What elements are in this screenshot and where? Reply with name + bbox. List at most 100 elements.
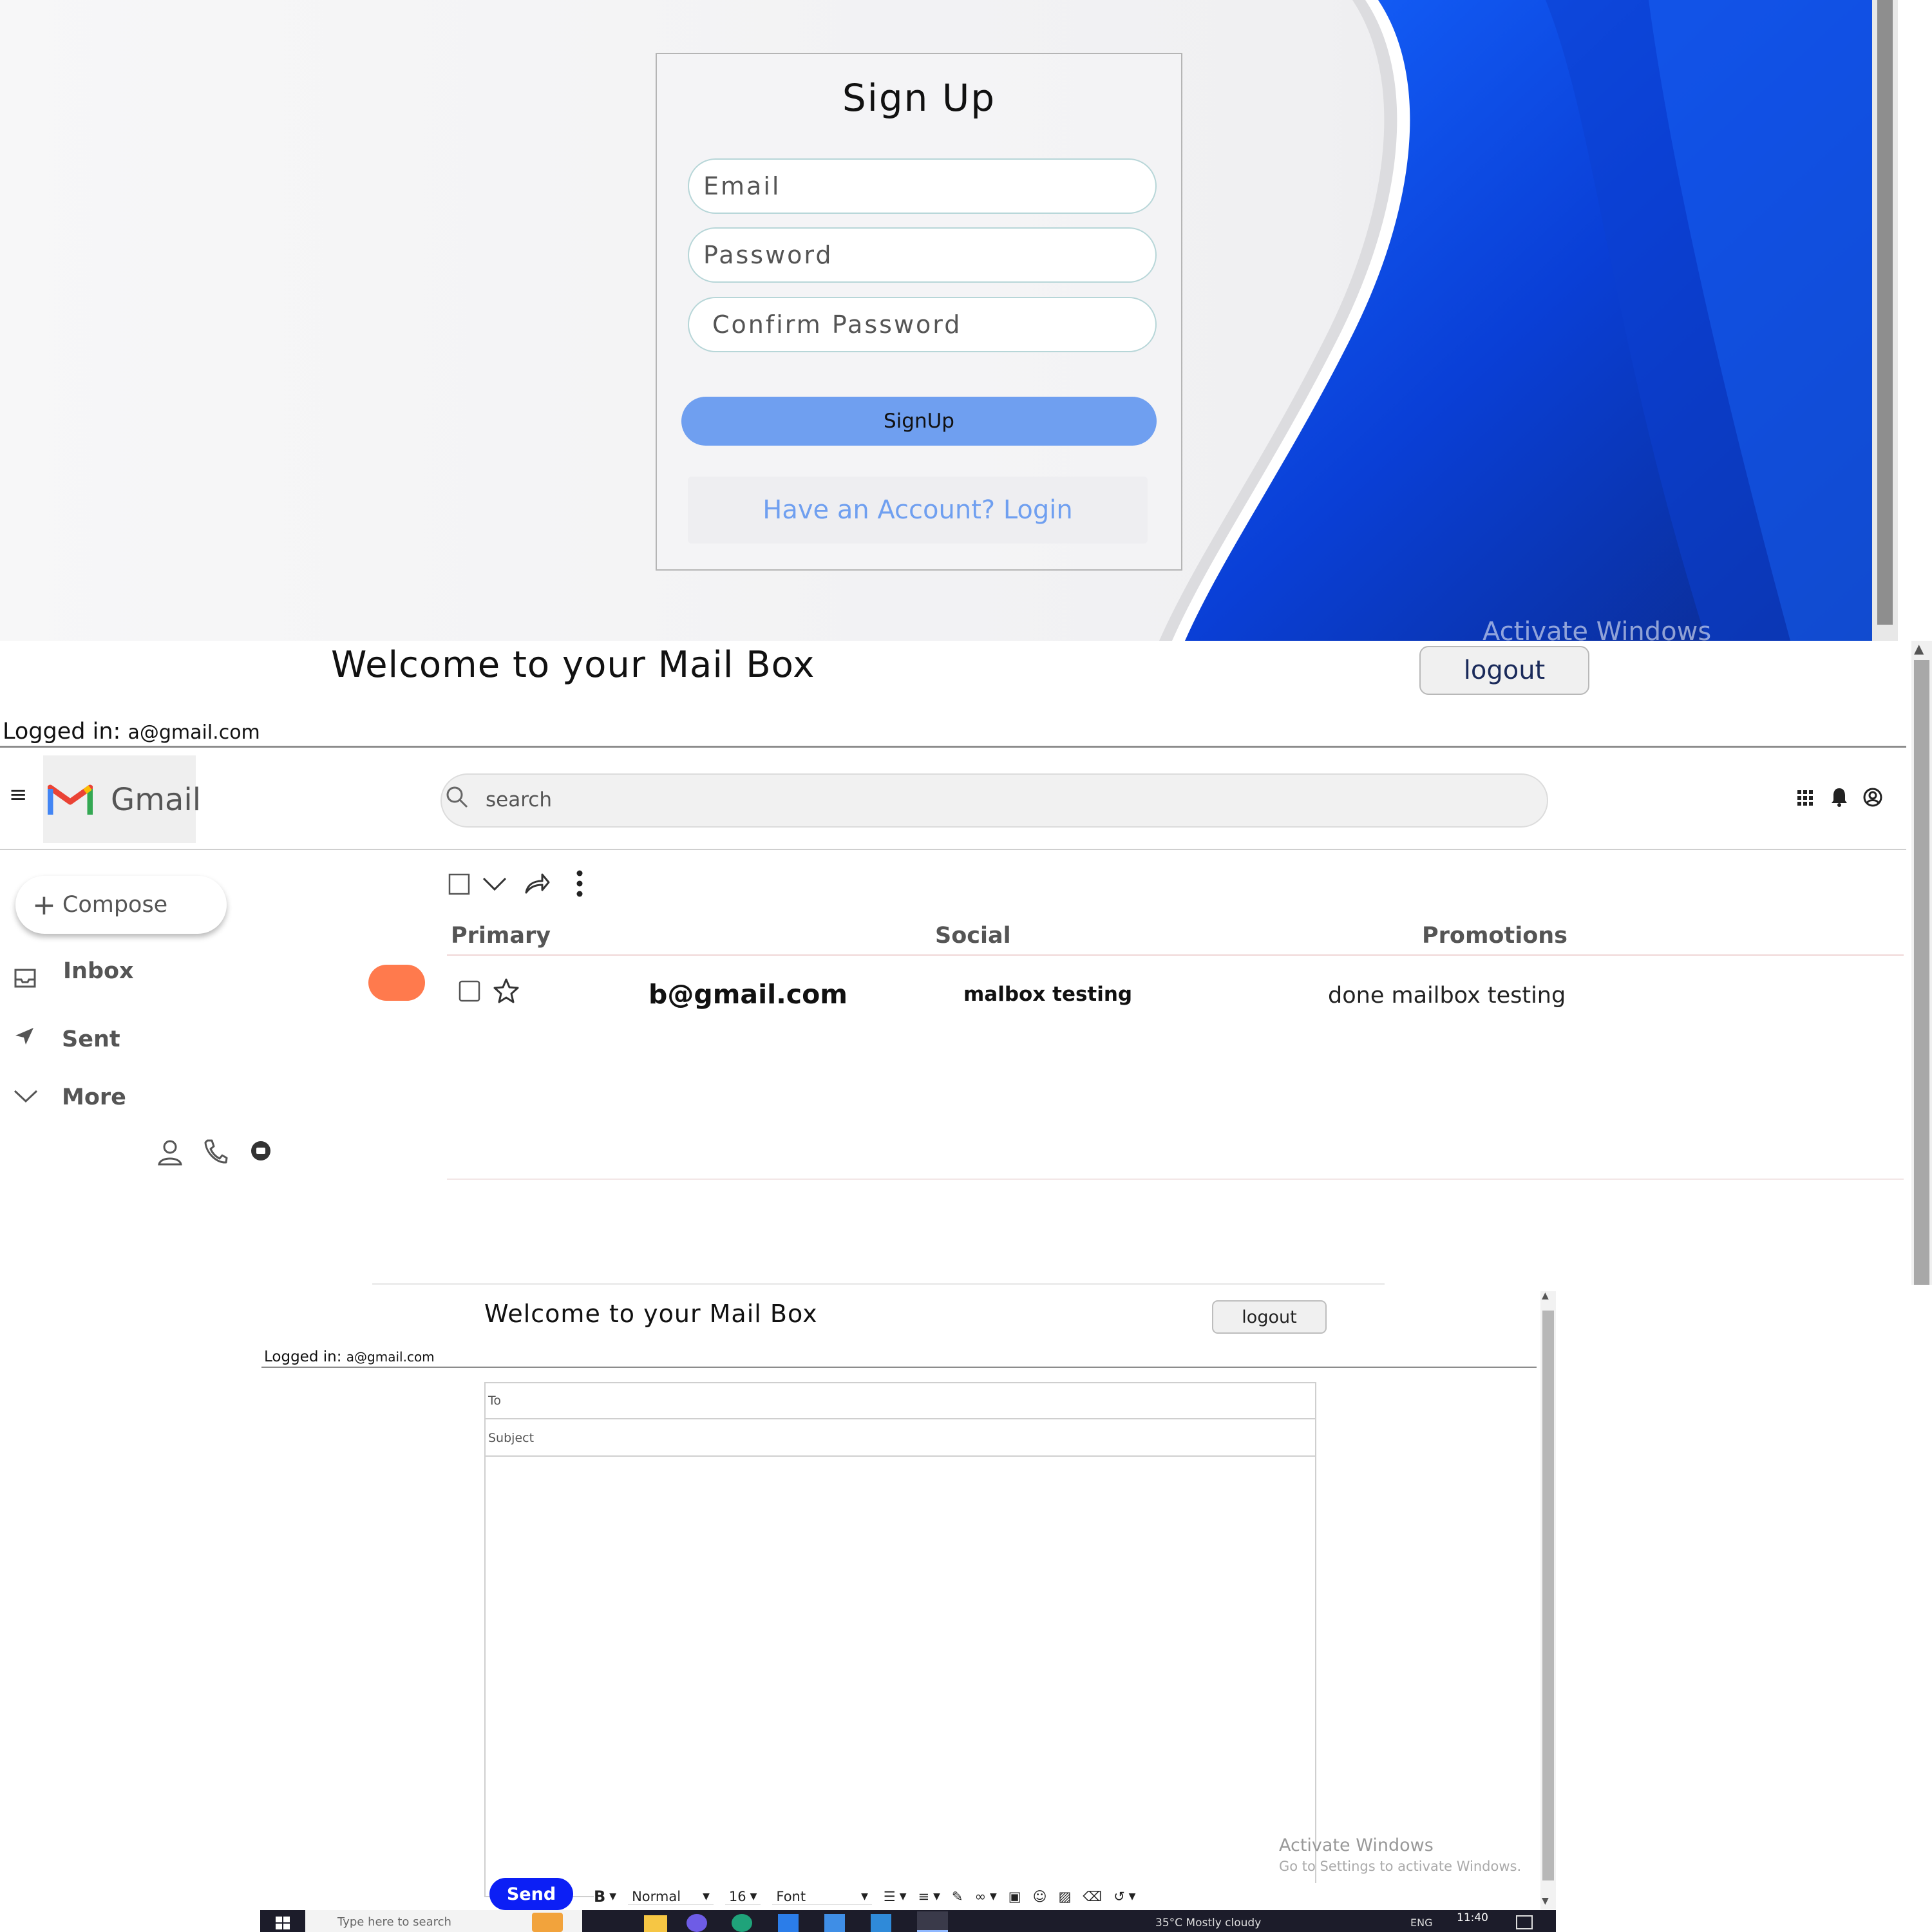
- list-button[interactable]: ☰ ▼: [884, 1889, 907, 1904]
- bold-button[interactable]: B ▼: [594, 1888, 616, 1906]
- align-icon: ≡: [918, 1889, 930, 1904]
- image-icon: ▨: [1058, 1889, 1072, 1904]
- caret-down-icon: ▼: [933, 1891, 940, 1902]
- sidebar-item-more[interactable]: More: [62, 1084, 126, 1110]
- language-indicator[interactable]: ENG: [1410, 1917, 1432, 1929]
- link-button[interactable]: ∞ ▼: [974, 1889, 996, 1904]
- paragraph-style-value: Normal: [632, 1888, 681, 1904]
- plus-icon: +: [32, 888, 56, 922]
- sidebar-item-inbox[interactable]: Inbox: [63, 958, 134, 984]
- apps-grid-icon[interactable]: [1797, 790, 1814, 806]
- signup-scrollbar-thumb[interactable]: [1877, 0, 1893, 625]
- chrome-browser-icon[interactable]: [917, 1911, 948, 1932]
- phone-icon[interactable]: [204, 1139, 228, 1164]
- list-bottom-divider: [447, 1179, 1904, 1180]
- pen-button[interactable]: ✎: [952, 1889, 963, 1904]
- forward-icon[interactable]: [524, 872, 550, 895]
- taskbar-clock[interactable]: 11:40: [1457, 1911, 1488, 1924]
- star-icon[interactable]: [493, 978, 519, 1003]
- emoji-icon: ☺: [1032, 1889, 1047, 1904]
- search-bar[interactable]: [440, 773, 1548, 828]
- row-checkbox[interactable]: [459, 980, 480, 1002]
- sidebar-item-sent[interactable]: Sent: [62, 1027, 120, 1052]
- compose-welcome-title: Welcome to your Mail Box: [484, 1300, 818, 1328]
- gmail-m-logo-icon: [48, 784, 93, 815]
- logout-button[interactable]: logout: [1419, 646, 1589, 695]
- tab-primary[interactable]: Primary: [451, 923, 551, 949]
- header-divider: [0, 849, 1906, 850]
- bell-icon[interactable]: [1830, 787, 1848, 808]
- logged-in-label: Logged in:: [3, 719, 121, 744]
- windows-start-icon[interactable]: [270, 1913, 296, 1932]
- undo-button[interactable]: ↺ ▼: [1113, 1889, 1135, 1904]
- select-dropdown-chevron-icon[interactable]: [482, 876, 507, 893]
- tab-promotions[interactable]: Promotions: [1422, 923, 1567, 949]
- weather-status[interactable]: 35°C Mostly cloudy: [1155, 1917, 1261, 1929]
- briefcase-app-icon[interactable]: [532, 1913, 563, 1932]
- caret-down-icon: ▼: [703, 1891, 710, 1902]
- compose-top-divider: [372, 1283, 1385, 1285]
- font-family-value: Font: [776, 1888, 806, 1904]
- chat-bubble-icon[interactable]: [250, 1140, 272, 1162]
- hamburger-menu-icon[interactable]: ≡: [9, 782, 28, 808]
- align-button[interactable]: ≡ ▼: [918, 1889, 940, 1904]
- tab-social[interactable]: Social: [935, 923, 1011, 949]
- paragraph-style-select[interactable]: Normal ▼: [628, 1889, 714, 1905]
- mail-app-icon[interactable]: [824, 1914, 845, 1932]
- compose-scrollbar-thumb[interactable]: [1542, 1311, 1554, 1880]
- search-icon: [446, 786, 468, 808]
- rich-text-toolbar: B ▼ Normal ▼ 16 ▼ Font ▼ ☰ ▼ ≡ ▼ ✎ ∞ ▼ ▣ ☺ …: [594, 1883, 1406, 1910]
- notification-center-icon[interactable]: [1516, 1915, 1533, 1929]
- message-snippet: done mailbox testing: [1328, 983, 1566, 1009]
- emoji-button[interactable]: ☺: [1033, 1889, 1047, 1904]
- caret-down-icon: ▼: [861, 1891, 868, 1902]
- pen-icon: ✎: [951, 1889, 963, 1904]
- compose-scroll-down-icon[interactable]: ▼: [1542, 1896, 1549, 1906]
- image-button[interactable]: ▨: [1059, 1889, 1072, 1904]
- login-link[interactable]: Have an Account? Login: [688, 477, 1148, 544]
- store-icon[interactable]: [778, 1914, 799, 1932]
- account-circle-icon[interactable]: [1862, 787, 1883, 808]
- contacts-person-icon[interactable]: [157, 1139, 183, 1166]
- compose-editor[interactable]: [484, 1382, 1316, 1897]
- message-sender: b@gmail.com: [649, 979, 848, 1010]
- password-input[interactable]: Password: [688, 227, 1157, 283]
- more-vertical-icon[interactable]: [574, 869, 585, 898]
- subject-field[interactable]: Subject: [484, 1419, 1316, 1457]
- scroll-up-arrow-icon[interactable]: ▲: [1914, 641, 1924, 656]
- compose-logged-in-label: Logged in:: [264, 1349, 342, 1365]
- chevron-down-icon: [14, 1090, 38, 1103]
- to-field[interactable]: To: [484, 1382, 1316, 1419]
- activate-windows-subtitle: Go to Settings to activate Windows.: [1279, 1859, 1522, 1874]
- app-icon[interactable]: [687, 1914, 707, 1932]
- email-input[interactable]: Email: [688, 158, 1157, 214]
- send-icon: [15, 1028, 33, 1045]
- edge-browser-icon[interactable]: [732, 1914, 752, 1932]
- compose-button[interactable]: + Compose: [15, 876, 227, 934]
- list-icon: ☰: [883, 1889, 896, 1904]
- eraser-button[interactable]: ⌫: [1083, 1889, 1102, 1904]
- logged-in-status: Logged in: a@gmail.com: [3, 719, 260, 744]
- vscode-icon[interactable]: [871, 1914, 891, 1932]
- file-explorer-icon[interactable]: [644, 1915, 667, 1932]
- embed-icon: ▣: [1008, 1889, 1021, 1904]
- compose-logged-in-email: a@gmail.com: [346, 1349, 435, 1365]
- font-size-select[interactable]: 16 ▼: [724, 1889, 761, 1905]
- confirm-password-input[interactable]: Confirm Password: [688, 297, 1157, 352]
- message-subject: malbox testing: [963, 983, 1133, 1006]
- select-all-checkbox[interactable]: [448, 873, 470, 895]
- compose-logout-button[interactable]: logout: [1212, 1300, 1327, 1334]
- tabs-divider: [447, 954, 1904, 956]
- caret-down-icon: ▼: [899, 1891, 907, 1902]
- compose-scroll-up-icon[interactable]: ▲: [1542, 1291, 1549, 1301]
- font-family-select[interactable]: Font ▼: [772, 1889, 872, 1905]
- signup-title: Sign Up: [842, 76, 996, 120]
- compose-label: Compose: [62, 892, 168, 918]
- send-button[interactable]: Send: [489, 1878, 573, 1910]
- mailbox-scrollbar-thumb[interactable]: [1914, 660, 1929, 1285]
- undo-icon: ↺: [1113, 1889, 1125, 1904]
- signup-button[interactable]: SignUp: [681, 397, 1157, 446]
- search-input[interactable]: search: [486, 788, 552, 811]
- caret-down-icon: ▼: [1128, 1891, 1136, 1902]
- embed-button[interactable]: ▣: [1009, 1889, 1021, 1904]
